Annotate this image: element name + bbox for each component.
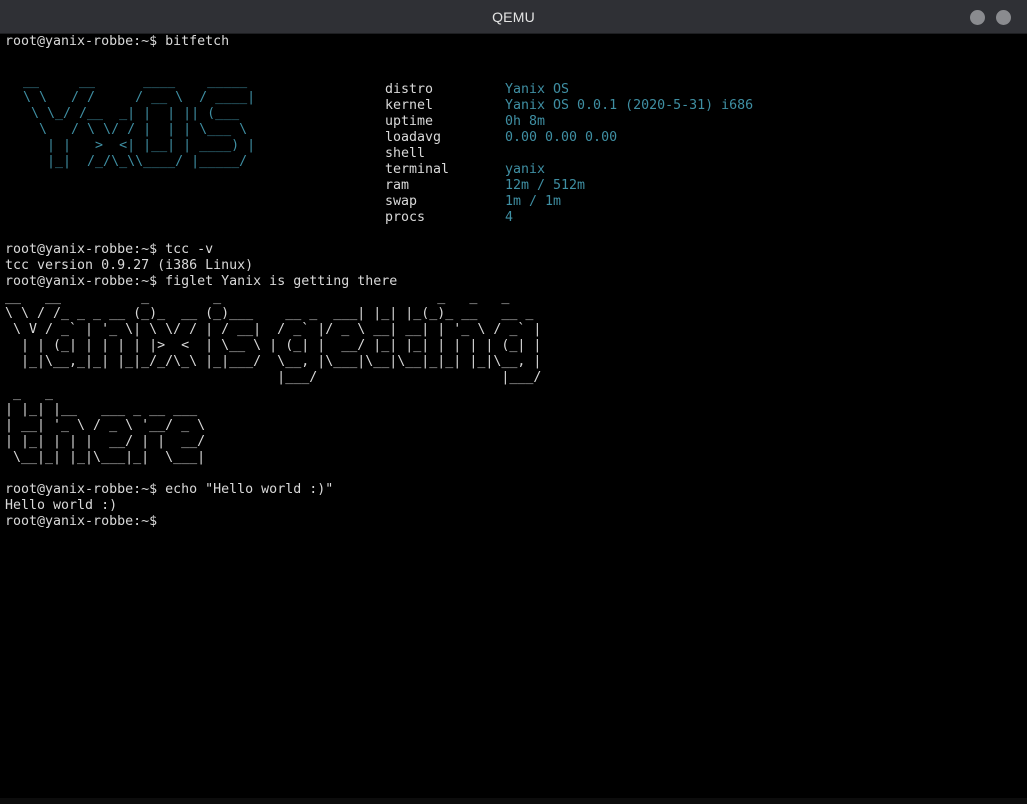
terminal-screen[interactable]: root@yanix-robbe:~$ bitfetch __ __ ____ … xyxy=(5,34,1021,798)
info-value: 12m / 512m xyxy=(505,178,586,193)
figlet-line: \__|_| |_|\___|_| \___| xyxy=(5,450,206,465)
info-value: yanix xyxy=(505,162,546,177)
figlet-line: | |_| |__ ___ _ __ ___ xyxy=(5,402,206,417)
logo-line: | | > <| |__| | ____) | xyxy=(15,138,256,153)
figlet-line: \ V / _` | '_ \| \ \/ / | / __| / _` |/ … xyxy=(5,322,542,337)
tcc-output: tcc version 0.9.27 (i386 Linux) xyxy=(5,258,254,273)
shell-prompt: root@yanix-robbe:~$ xyxy=(5,274,158,289)
info-key: ram xyxy=(385,178,410,193)
shell-prompt: root@yanix-robbe:~$ xyxy=(5,514,158,529)
close-button[interactable] xyxy=(996,10,1011,25)
command-line-bitfetch: root@yanix-robbe:~$ bitfetch xyxy=(5,34,229,50)
figlet-line: \ \ / /_ _ _ __ (_)_ __ (_)___ __ _ ___|… xyxy=(5,306,542,321)
info-key: distro xyxy=(385,82,434,97)
figlet-line: __ __ _ _ _ _ _ xyxy=(5,290,614,305)
logo-line: |_| /_/\_\\____/ |_____/ xyxy=(15,154,256,169)
logo-line: \ \ / / / __ \ / ____| xyxy=(15,90,256,105)
info-key: shell xyxy=(385,146,426,161)
figlet-line: | __| '_ \ / _ \ '__/ _ \ xyxy=(5,418,206,433)
info-value: 0.00 0.00 0.00 xyxy=(505,130,618,145)
echo-output: Hello world :) xyxy=(5,498,118,513)
info-value: 4 xyxy=(505,210,514,225)
shell-prompt: root@yanix-robbe:~$ xyxy=(5,482,158,497)
info-value: Yanix OS xyxy=(505,82,570,97)
command-text: figlet Yanix is getting there xyxy=(157,274,398,289)
figlet-line: _ _ xyxy=(5,386,206,401)
yxos-ascii-logo: __ __ ____ _____ \ \ / / / __ \ / ____| … xyxy=(15,74,255,202)
active-prompt[interactable]: root@yanix-robbe:~$ xyxy=(5,514,157,530)
info-key: uptime xyxy=(385,114,434,129)
info-key: loadavg xyxy=(385,130,442,145)
command-line-tcc: root@yanix-robbe:~$ tcc -v xyxy=(5,242,213,258)
shell-prompt: root@yanix-robbe:~$ xyxy=(5,34,158,49)
figlet-line: |_|\__,_|_| |_|_/_/\_\ |_|___/ \__, |\__… xyxy=(5,354,542,369)
info-value: 0h 8m xyxy=(505,114,546,129)
qemu-window: QEMU root@yanix-robbe:~$ bitfetch __ __ … xyxy=(0,0,1027,804)
window-titlebar[interactable]: QEMU xyxy=(0,0,1027,34)
command-text: bitfetch xyxy=(157,34,230,49)
window-title: QEMU xyxy=(492,9,535,25)
figlet-line: |___/ |___/ xyxy=(5,370,550,385)
logo-line: \ \_/ /__ _| | | || (___ xyxy=(15,106,256,121)
shell-prompt: root@yanix-robbe:~$ xyxy=(5,242,158,257)
info-key: terminal xyxy=(385,162,450,177)
figlet-ascii-output: __ __ _ _ _ _ _ \ \ / /_ _ _ __ (_)_ __ … xyxy=(5,290,541,498)
info-value: Yanix OS 0.0.1 (2020-5-31) i686 xyxy=(505,98,754,113)
logo-line: __ __ ____ _____ xyxy=(15,74,256,89)
command-text: tcc -v xyxy=(157,242,214,257)
command-text: echo "Hello world :)" xyxy=(157,482,334,497)
figlet-line: | | (_| | | | | |> < | \__ \ | (_| | __/… xyxy=(5,338,542,353)
minimize-button[interactable] xyxy=(970,10,985,25)
command-line-figlet: root@yanix-robbe:~$ figlet Yanix is gett… xyxy=(5,274,397,290)
info-key: kernel xyxy=(385,98,434,113)
info-key: procs xyxy=(385,210,426,225)
info-value: 1m / 1m xyxy=(505,194,562,209)
logo-line: \ / \ \/ / | | | \___ \ xyxy=(15,122,256,137)
command-line-echo: root@yanix-robbe:~$ echo "Hello world :)… xyxy=(5,482,333,498)
info-key: swap xyxy=(385,194,418,209)
figlet-line: | |_| | | | __/ | | __/ xyxy=(5,434,206,449)
window-bottom-edge xyxy=(0,798,1027,804)
